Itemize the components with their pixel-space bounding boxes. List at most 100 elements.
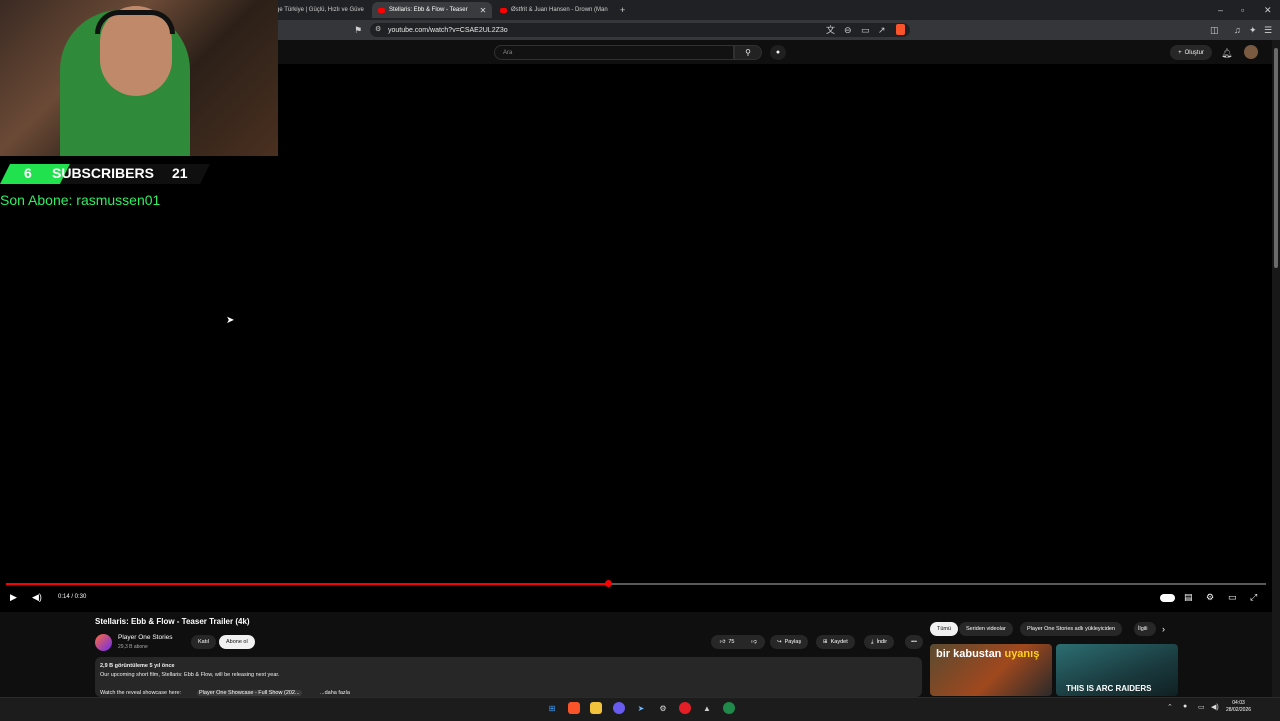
description-line: Our upcoming short film, Stellaris: Ebb … bbox=[100, 672, 280, 678]
restore-icon[interactable]: ▫ bbox=[1241, 5, 1244, 15]
youtube-icon bbox=[500, 7, 507, 13]
opera-icon[interactable] bbox=[679, 702, 691, 714]
tab-inactive-2[interactable]: Østfrit & Juan Hansen - Drown (Man bbox=[500, 2, 612, 18]
headset bbox=[95, 10, 175, 34]
subscriber-label: SUBSCRIBERS bbox=[52, 165, 154, 181]
chevron-right-icon[interactable]: › bbox=[1162, 624, 1165, 634]
chip-related[interactable]: İlgili bbox=[1134, 622, 1156, 636]
menu-icon[interactable]: ☰ bbox=[1264, 25, 1272, 35]
cast-icon[interactable]: ▭ bbox=[861, 25, 870, 35]
sidebar-icon[interactable]: ◫ bbox=[1210, 25, 1219, 35]
create-button[interactable]: + Oluştur bbox=[1170, 45, 1212, 60]
app-icon[interactable]: ▲ bbox=[701, 702, 713, 714]
channel-subscriber-count: 29,3 B abone bbox=[118, 644, 148, 650]
notifications-icon[interactable]: 🔔︎ bbox=[1221, 48, 1232, 58]
tab-active[interactable]: Stellaris: Ebb & Flow - Teaser ✕ bbox=[372, 2, 492, 18]
chip-uploader[interactable]: Player One Stories adlı yükleyiciden bbox=[1020, 622, 1123, 636]
channel-avatar[interactable] bbox=[95, 634, 112, 651]
thumbs-up-icon: 👍︎ bbox=[719, 639, 726, 645]
channel-name[interactable]: Player One Stories bbox=[118, 634, 173, 641]
avatar[interactable] bbox=[1244, 45, 1258, 59]
theater-mode-icon[interactable]: ▭ bbox=[1228, 592, 1237, 603]
speaker-icon[interactable]: ◀︎) bbox=[1211, 703, 1219, 711]
bookmark-save-icon: ⊞ bbox=[823, 639, 828, 645]
description-link[interactable]: Player One Showcase - Full Show (202... bbox=[197, 690, 302, 696]
discord-icon[interactable] bbox=[613, 702, 625, 714]
subscribe-button[interactable]: Abone ol bbox=[219, 635, 255, 649]
network-icon[interactable]: ▭ bbox=[1198, 703, 1205, 711]
share-page-icon[interactable]: ↗ bbox=[878, 25, 886, 35]
microphone-icon: ● bbox=[775, 49, 781, 56]
start-icon[interactable]: ⊞ bbox=[546, 702, 558, 714]
search-placeholder: Ara bbox=[503, 49, 513, 56]
chip-series[interactable]: Seriden videolar bbox=[959, 622, 1013, 636]
description-line: Watch the reveal showcase here: bbox=[100, 690, 182, 696]
share-label: Paylaş bbox=[784, 639, 802, 645]
chevron-up-icon[interactable]: ⌃ bbox=[1167, 703, 1173, 711]
zoom-icon[interactable]: ⊖ bbox=[844, 25, 852, 35]
related-video-thumbnail[interactable]: THIS IS ARC RAIDERS bbox=[1056, 644, 1178, 696]
share-icon: ↪ bbox=[777, 639, 782, 645]
chip-all[interactable]: Tümü bbox=[930, 622, 959, 636]
site-info-icon[interactable]: ⚙ bbox=[375, 25, 381, 35]
time-display: 0:14 / 0:30 bbox=[58, 594, 87, 600]
search-input[interactable]: Ara bbox=[494, 45, 734, 60]
related-video-thumbnail[interactable]: bir kabustan uyanış bbox=[930, 644, 1052, 696]
download-button[interactable]: ⤓ İndir bbox=[864, 635, 895, 649]
last-subscriber: Son Abone: rasmussen01 bbox=[0, 192, 161, 208]
fullscreen-icon[interactable]: ⤢ bbox=[1250, 592, 1257, 603]
brave-shield-icon[interactable] bbox=[896, 24, 905, 35]
thumbs-down-icon: 👎︎ bbox=[751, 639, 757, 645]
search-button[interactable]: ⚲ bbox=[734, 45, 762, 60]
more-actions-button[interactable]: ••• bbox=[905, 635, 923, 649]
tab-label: ge Türkiye | Güçlü, Hızlı ve Güve bbox=[276, 7, 364, 13]
music-icon[interactable]: ♫ bbox=[1234, 25, 1241, 35]
bookmark-icon[interactable]: ⚑ bbox=[354, 25, 362, 35]
thumbnail-text: THIS IS ARC RAIDERS bbox=[1066, 684, 1152, 693]
new-tab-button[interactable]: + bbox=[620, 2, 630, 18]
youtube-icon bbox=[378, 7, 385, 13]
save-label: Kaydet bbox=[830, 639, 848, 645]
download-label: İndir bbox=[876, 639, 888, 645]
mouse-cursor-icon: ➤ bbox=[226, 315, 235, 326]
show-more-link[interactable]: ...daha fazla bbox=[320, 690, 350, 696]
extensions-icon[interactable]: ✦ bbox=[1249, 25, 1257, 35]
like-button[interactable]: 👍︎ 75 bbox=[711, 635, 743, 649]
file-explorer-icon[interactable] bbox=[590, 702, 602, 714]
close-window-icon[interactable]: ✕ bbox=[1264, 5, 1272, 15]
telegram-icon[interactable]: ➤ bbox=[635, 702, 647, 714]
clock-date: 28/02/2026 bbox=[1226, 707, 1252, 713]
clock-time: 04:03 bbox=[1232, 700, 1245, 706]
volume-icon[interactable]: ◀︎) bbox=[32, 592, 42, 603]
settings-icon[interactable]: ⚙ bbox=[1206, 592, 1214, 603]
subscriber-current: 6 bbox=[24, 165, 32, 181]
subtitles-icon[interactable]: ▤ bbox=[1184, 592, 1193, 603]
search-icon: ⚲ bbox=[745, 48, 751, 57]
close-icon[interactable]: ✕ bbox=[480, 6, 487, 15]
tab-label: Østfrit & Juan Hansen - Drown (Man bbox=[511, 7, 608, 13]
microphone-tray-icon[interactable]: ● bbox=[1183, 703, 1187, 710]
views-and-date: 2,9 B görüntüleme 5 yıl önce bbox=[100, 663, 175, 669]
tab-inactive-1[interactable]: ge Türkiye | Güçlü, Hızlı ve Güve bbox=[276, 2, 368, 18]
share-button[interactable]: ↪ Paylaş bbox=[770, 635, 809, 649]
create-label: Oluştur bbox=[1184, 49, 1204, 56]
like-count: 75 bbox=[728, 639, 735, 645]
save-button[interactable]: ⊞ Kaydet bbox=[816, 635, 855, 649]
scrollbar-thumb[interactable] bbox=[1274, 48, 1278, 268]
video-title: Stellaris: Ebb & Flow - Teaser Trailer (… bbox=[95, 617, 250, 626]
brave-icon[interactable] bbox=[568, 702, 580, 714]
url-text: youtube.com/watch?v=CSAE2UL2Z3o bbox=[388, 26, 508, 34]
translate-icon[interactable]: 文 bbox=[826, 25, 835, 35]
system-clock[interactable]: 04:03 28/02/2026 bbox=[1226, 700, 1251, 714]
plus-icon: + bbox=[1178, 49, 1182, 56]
tab-label: Stellaris: Ebb & Flow - Teaser bbox=[389, 7, 468, 13]
play-icon[interactable]: ▶ bbox=[10, 592, 17, 603]
voice-search-button[interactable]: ● bbox=[770, 45, 786, 60]
dislike-button[interactable]: 👎︎ bbox=[743, 635, 765, 649]
obs-icon[interactable] bbox=[723, 702, 735, 714]
join-button[interactable]: Katıl bbox=[191, 635, 217, 649]
minimize-icon[interactable]: – bbox=[1218, 5, 1223, 15]
autoplay-toggle[interactable] bbox=[1160, 594, 1175, 602]
webcam-feed bbox=[0, 0, 278, 156]
steam-icon[interactable]: ⚙ bbox=[657, 702, 669, 714]
